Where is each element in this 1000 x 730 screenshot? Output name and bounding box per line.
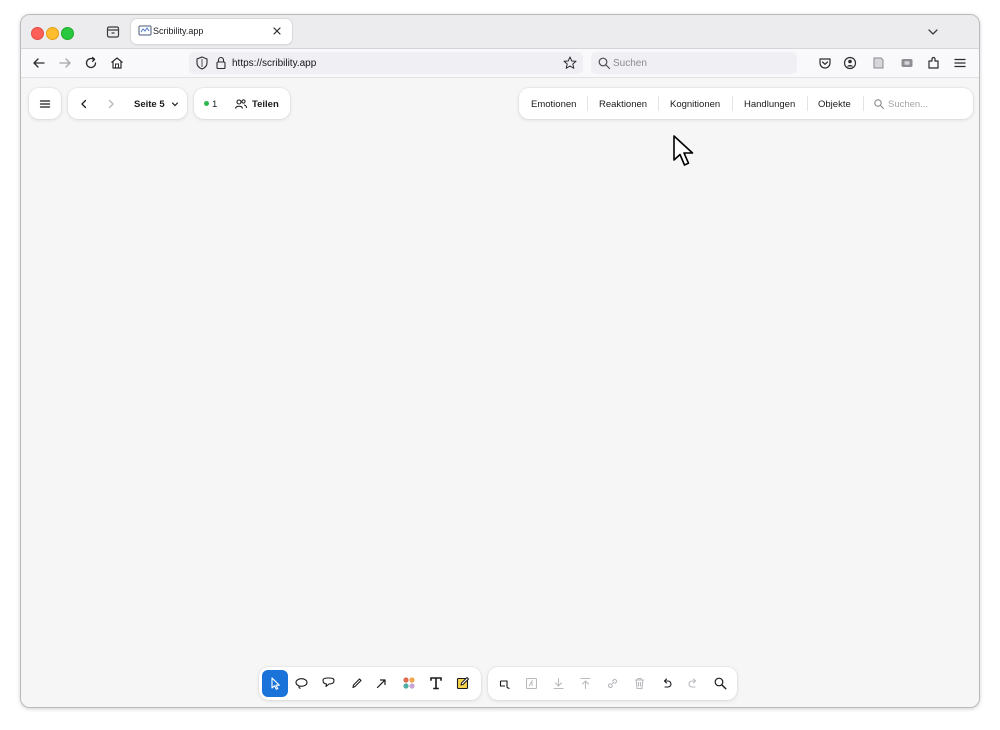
menu-icon [39, 100, 51, 108]
close-window-button[interactable] [31, 27, 44, 40]
browser-search-input[interactable]: Suchen [591, 52, 797, 74]
speech-bubble-icon[interactable] [321, 676, 336, 691]
collaboration-bar: 1 Teilen [194, 88, 290, 119]
share-button[interactable]: Teilen [232, 92, 288, 115]
undo-icon[interactable] [659, 676, 674, 691]
category-search-input[interactable]: Suchen... [888, 99, 928, 110]
scribility-favicon-icon [138, 25, 152, 36]
navigation-toolbar: https://scribility.app Suchen [21, 49, 979, 78]
page-navigation: Seite 5 [68, 88, 187, 119]
select-tool-button[interactable] [262, 670, 288, 697]
whiteboard-canvas[interactable]: Seite 5 1 Teilen Emotionen Reaktionen Ko… [21, 78, 979, 707]
tab-strip: Scribility.app [21, 15, 979, 49]
category-bar: Emotionen Reaktionen Kognitionen Handlun… [519, 88, 973, 119]
divider [658, 96, 659, 111]
home-icon[interactable] [108, 54, 126, 72]
category-emotionen[interactable]: Emotionen [531, 99, 576, 110]
back-icon[interactable] [30, 54, 48, 72]
bookmark-star-icon[interactable] [562, 55, 578, 71]
tab-groups-icon[interactable] [105, 24, 121, 40]
action-toolbar [488, 667, 737, 700]
users-icon [234, 99, 248, 109]
tab-title: Scribility.app [153, 26, 204, 36]
extension-badge-icon[interactable] [898, 54, 916, 72]
image-icon[interactable] [524, 676, 539, 691]
upload-icon[interactable] [578, 676, 593, 691]
drawing-toolbar [259, 667, 481, 700]
search-placeholder: Suchen [613, 58, 647, 69]
url-bar[interactable]: https://scribility.app [189, 52, 583, 74]
category-objekte[interactable]: Objekte [818, 99, 851, 110]
zoom-window-button[interactable] [61, 27, 74, 40]
pocket-icon[interactable] [816, 54, 834, 72]
presence-count: 1 [212, 99, 218, 110]
select-pointer-icon [271, 677, 280, 690]
page-selector[interactable]: Seite 5 [134, 99, 165, 110]
divider [587, 96, 588, 111]
category-handlungen[interactable]: Handlungen [744, 99, 795, 110]
chevron-right-icon[interactable] [104, 97, 118, 111]
account-icon[interactable] [841, 54, 859, 72]
download-icon[interactable] [551, 676, 566, 691]
chevron-down-icon[interactable] [169, 98, 181, 110]
share-label: Teilen [252, 99, 279, 110]
hamburger-menu-icon[interactable] [951, 54, 969, 72]
chevron-left-icon[interactable] [77, 97, 91, 111]
minimize-window-button[interactable] [46, 27, 59, 40]
presence-dot [204, 101, 209, 106]
mouse-cursor-icon [673, 135, 694, 166]
browser-tab[interactable]: Scribility.app [131, 19, 292, 44]
close-tab-icon[interactable] [270, 24, 284, 38]
search-icon [598, 57, 611, 70]
color-dots-icon[interactable] [401, 675, 417, 691]
divider [863, 96, 864, 111]
shield-icon[interactable] [194, 55, 210, 71]
reload-icon[interactable] [82, 54, 100, 72]
crop-icon[interactable] [497, 676, 512, 691]
text-tool-icon[interactable] [428, 675, 444, 691]
chevron-down-icon[interactable] [925, 24, 941, 40]
redo-icon[interactable] [686, 676, 701, 691]
lock-icon[interactable] [213, 55, 229, 71]
extensions-icon[interactable] [925, 54, 943, 72]
pencil-icon[interactable] [349, 676, 364, 691]
search-icon [874, 99, 885, 110]
browser-window: Scribility.app https://scribility.app Su… [20, 14, 980, 708]
extension-puzzle-icon[interactable] [869, 54, 887, 72]
trash-icon[interactable] [632, 676, 647, 691]
lasso-icon[interactable] [294, 676, 309, 691]
divider [732, 96, 733, 111]
main-menu-button[interactable] [29, 88, 61, 119]
zoom-icon[interactable] [713, 676, 728, 691]
divider [807, 96, 808, 111]
category-kognitionen[interactable]: Kognitionen [670, 99, 720, 110]
link-icon[interactable] [605, 676, 620, 691]
forward-icon[interactable] [56, 54, 74, 72]
url-text: https://scribility.app [232, 58, 317, 69]
arrow-icon[interactable] [374, 676, 389, 691]
sticky-note-icon[interactable] [455, 675, 471, 691]
category-reaktionen[interactable]: Reaktionen [599, 99, 647, 110]
